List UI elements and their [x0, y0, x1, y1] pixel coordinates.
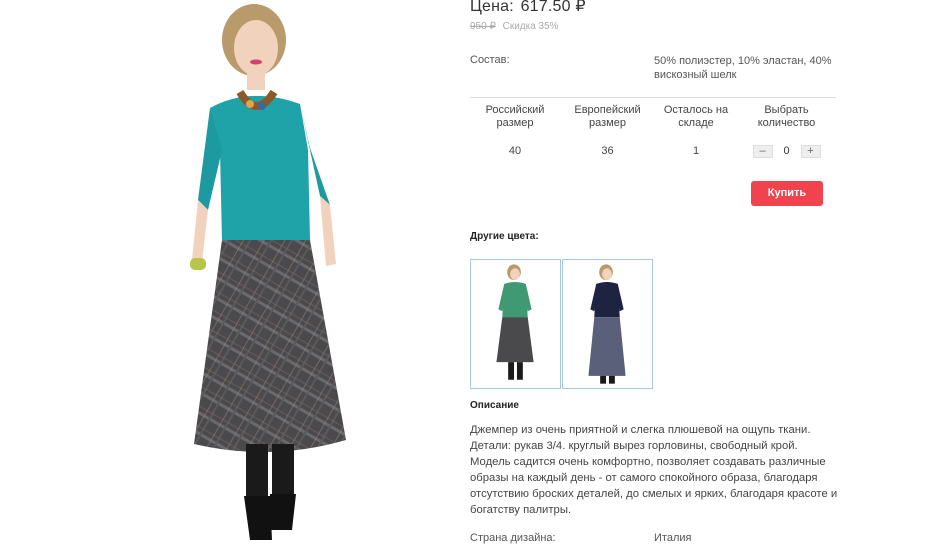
color-thumbnail-navy[interactable]	[562, 259, 653, 389]
increase-quantity-button[interactable]: +	[800, 145, 821, 158]
description-title: Описание	[470, 400, 519, 411]
size-table: Российский размер Европейский размер Ост…	[470, 97, 836, 158]
other-colors-title: Другие цвета:	[470, 231, 539, 242]
color-thumbnail-green[interactable]	[470, 259, 561, 389]
design-country-value: Италия	[654, 532, 692, 544]
price-label: Цена:	[470, 0, 514, 15]
quantity-value: 0	[783, 145, 790, 157]
discount-badge: Скидка 35%	[502, 21, 559, 32]
composition-value: 50% полиэстер, 10% эластан, 40% вискозны…	[654, 55, 832, 81]
ru-size-value: 40	[508, 145, 522, 157]
green-sweater-thumbnail-icon	[496, 264, 534, 380]
currency-icon: ₽	[575, 0, 586, 15]
header-ru-size: Российский размер	[485, 104, 545, 129]
size-table-header: Российский размер Европейский размер Ост…	[470, 98, 836, 130]
decrease-quantity-button[interactable]: –	[752, 145, 773, 158]
old-price: 950 ₽	[470, 21, 496, 32]
product-main-image[interactable]	[150, 0, 390, 548]
price: Цена: 617.50 ₽	[470, 0, 586, 16]
header-quantity: Выбрать количество	[757, 104, 816, 129]
header-stock: Осталось на складе	[663, 104, 729, 129]
composition-label: Состав:	[470, 54, 510, 66]
design-country-label: Страна дизайна:	[470, 532, 556, 544]
stock-value: 1	[692, 145, 700, 157]
price-value: 617.50	[520, 0, 571, 15]
eu-size-value: 36	[601, 145, 614, 157]
old-price-row: 950 ₽ Скидка 35%	[470, 21, 559, 32]
header-eu-size: Европейский размер	[574, 104, 641, 129]
table-row: 40 36 1 – 0 +	[470, 145, 836, 158]
description-text: Джемпер из очень приятной и слегка плюше…	[470, 424, 838, 516]
quantity-stepper: – 0 +	[737, 145, 836, 158]
navy-sweater-thumbnail-icon	[588, 264, 626, 384]
buy-button[interactable]: Купить	[751, 181, 823, 206]
